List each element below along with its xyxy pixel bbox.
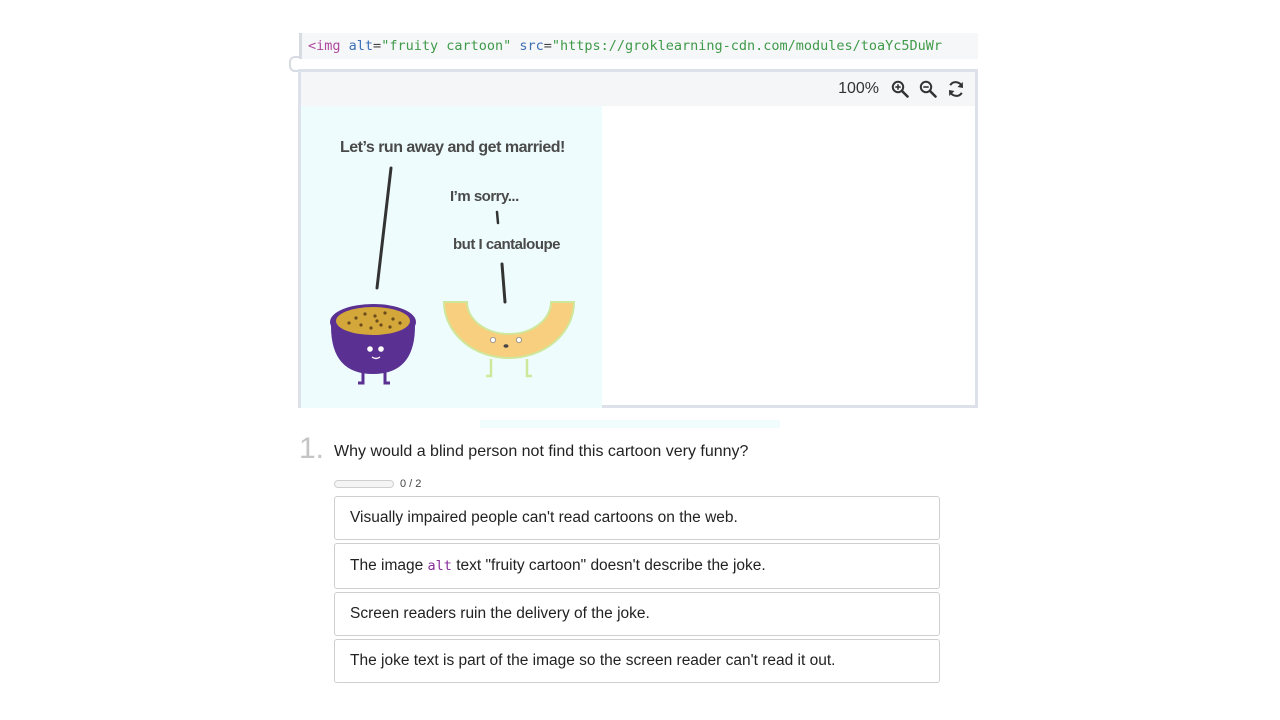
code-alt-value: "fruity cartoon": [381, 38, 512, 54]
answer-option-text: The image alt text "fruity cartoon" does…: [350, 557, 766, 575]
refresh-icon[interactable]: [945, 78, 967, 100]
passionfruit-character: [330, 304, 416, 385]
code-attr-alt: alt: [348, 38, 374, 54]
answer-option-text: Visually impaired people can't read cart…: [350, 509, 738, 526]
answer-progress: 0 / 2: [334, 478, 421, 490]
code-equals: =: [543, 38, 552, 54]
answer-option[interactable]: Visually impaired people can't read cart…: [334, 496, 940, 540]
answer-option-text-end: text "fruity cartoon" doesn't describe t…: [451, 557, 766, 574]
inline-code-alt: alt: [427, 558, 452, 574]
code-snippet: <img alt="fruity cartoon" src="https://g…: [299, 33, 978, 59]
cantaloupe-character: [442, 301, 576, 378]
zoom-out-icon[interactable]: [917, 78, 939, 100]
code-tag: <img: [308, 38, 341, 54]
code-attr-src: src: [519, 38, 544, 54]
question-number: 1.: [299, 432, 325, 465]
answer-option-text: Screen readers ruin the delivery of the …: [350, 605, 650, 622]
answer-option-text-start: The image: [350, 557, 428, 574]
fruity-cartoon-image: Let’s run away and get married! I’m sorr…: [301, 106, 602, 408]
progress-bar: [334, 480, 394, 488]
cartoon-drawing: [330, 166, 576, 385]
answer-option-text: The joke text is part of the image so th…: [350, 652, 836, 669]
answer-option[interactable]: The joke text is part of the image so th…: [334, 639, 940, 683]
code-src-value: "https://groklearning-cdn.com/modules/to…: [551, 38, 943, 54]
zoom-level: 100%: [838, 80, 879, 97]
preview-toolbar: 100%: [301, 72, 975, 106]
question-text: Why would a blind person not find this c…: [334, 443, 749, 460]
preview-shadow: [480, 420, 780, 428]
html-preview-panel: 100% Let’s run away and get married! I’m…: [298, 69, 978, 408]
progress-text: 0 / 2: [400, 478, 422, 490]
zoom-in-icon[interactable]: [889, 78, 911, 100]
code-equals: =: [373, 38, 382, 54]
answer-option[interactable]: Screen readers ruin the delivery of the …: [334, 592, 940, 636]
answer-option[interactable]: The image alt text "fruity cartoon" does…: [334, 543, 940, 589]
